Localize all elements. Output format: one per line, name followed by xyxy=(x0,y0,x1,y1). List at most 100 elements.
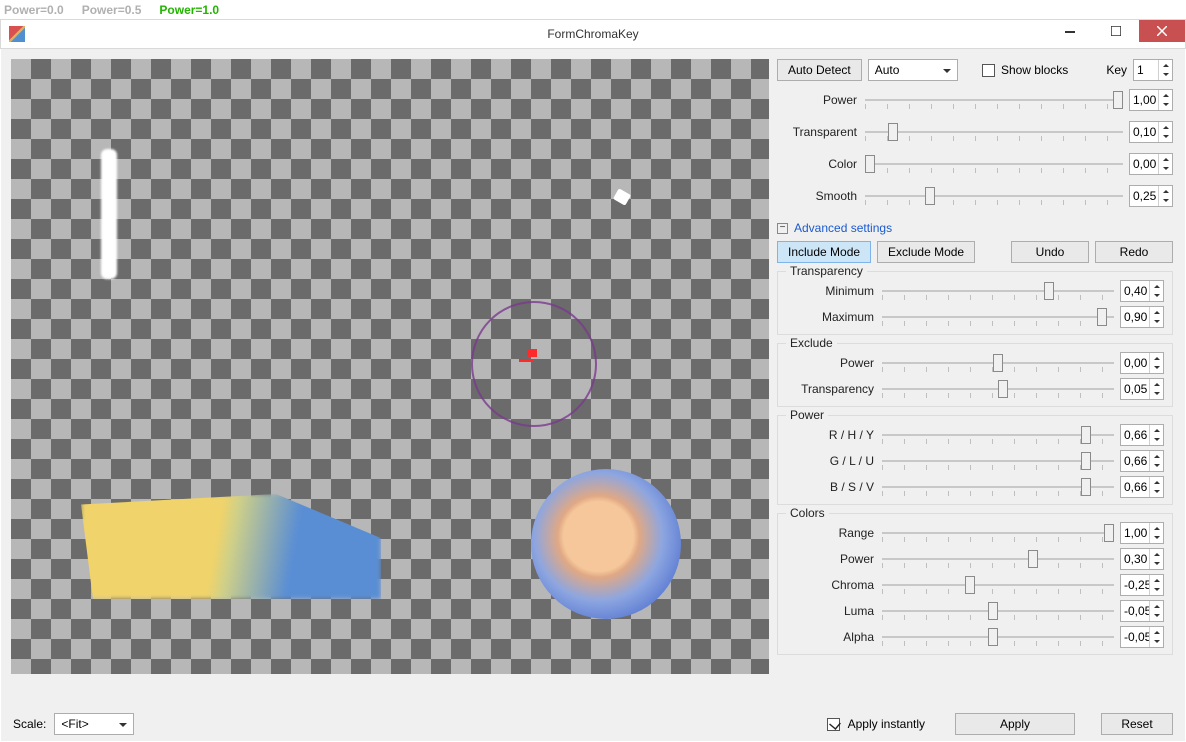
slider-track[interactable] xyxy=(882,522,1114,544)
undo-button[interactable]: Undo xyxy=(1011,241,1089,263)
slider-track[interactable] xyxy=(882,352,1114,374)
slider-track[interactable] xyxy=(865,153,1123,175)
slider-value-spin[interactable] xyxy=(1120,450,1164,472)
slider-thumb[interactable] xyxy=(988,602,998,620)
window-titlebar: FormChromaKey xyxy=(0,19,1186,49)
key-spin[interactable] xyxy=(1133,59,1173,81)
apply-instantly-label: Apply instantly xyxy=(848,717,925,731)
scale-label: Scale: xyxy=(13,717,46,731)
slider-value-spin[interactable] xyxy=(1120,378,1164,400)
slider-thumb[interactable] xyxy=(1044,282,1054,300)
slider-track[interactable] xyxy=(882,548,1114,570)
power-rhy-row: R / H / Y xyxy=(786,422,1164,448)
close-button[interactable] xyxy=(1139,20,1185,42)
color-slider-row: Color xyxy=(777,151,1173,177)
power-group: Power R / H / Y G / L / U B / S / V xyxy=(777,415,1173,505)
slider-thumb[interactable] xyxy=(1104,524,1114,542)
slider-track[interactable] xyxy=(865,121,1123,143)
colors-alpha-row: Alpha xyxy=(786,624,1164,650)
colors-range-row: Range xyxy=(786,520,1164,546)
slider-thumb[interactable] xyxy=(988,628,998,646)
slider-track[interactable] xyxy=(882,424,1114,446)
transparent-slider-row: Transparent xyxy=(777,119,1173,145)
slider-value-spin[interactable] xyxy=(1120,306,1164,328)
exclude-mode-button[interactable]: Exclude Mode xyxy=(877,241,975,263)
apply-button[interactable]: Apply xyxy=(955,713,1075,735)
show-blocks-checkbox[interactable] xyxy=(982,64,995,77)
slider-value-spin[interactable] xyxy=(1120,424,1164,446)
include-mode-button[interactable]: Include Mode xyxy=(777,241,871,263)
power-preset-05[interactable]: Power=0.5 xyxy=(82,3,142,17)
reset-button[interactable]: Reset xyxy=(1101,713,1173,735)
slider-thumb[interactable] xyxy=(965,576,975,594)
slider-thumb[interactable] xyxy=(998,380,1008,398)
slider-value-spin[interactable] xyxy=(1120,626,1164,648)
slider-label: Minimum xyxy=(786,284,882,298)
slider-track[interactable] xyxy=(882,476,1114,498)
scale-combo[interactable]: <Fit> xyxy=(54,713,134,735)
slider-thumb[interactable] xyxy=(993,354,1003,372)
transparency-min-row: Minimum xyxy=(786,278,1164,304)
slider-value-spin[interactable] xyxy=(1129,121,1173,143)
slider-value-spin[interactable] xyxy=(1129,89,1173,111)
slider-label: Power xyxy=(777,93,865,107)
slider-track[interactable] xyxy=(865,185,1123,207)
auto-detect-mode-combo[interactable]: Auto xyxy=(868,59,958,81)
show-blocks-label: Show blocks xyxy=(1001,63,1068,77)
apply-instantly-checkbox[interactable] xyxy=(827,718,840,731)
slider-track[interactable] xyxy=(865,89,1123,111)
transparency-group: Transparency Minimum Maximum xyxy=(777,271,1173,335)
slider-label: Smooth xyxy=(777,189,865,203)
slider-value-spin[interactable] xyxy=(1120,280,1164,302)
slider-thumb[interactable] xyxy=(1081,478,1091,496)
slider-value-spin[interactable] xyxy=(1129,185,1173,207)
slider-label: Power xyxy=(786,356,882,370)
slider-value-spin[interactable] xyxy=(1120,548,1164,570)
slider-track[interactable] xyxy=(882,450,1114,472)
slider-track[interactable] xyxy=(882,626,1114,648)
slider-thumb[interactable] xyxy=(865,155,875,173)
settings-panel: Auto Detect Auto Show blocks Key Power T… xyxy=(777,59,1175,707)
slider-value-spin[interactable] xyxy=(1120,574,1164,596)
slider-track[interactable] xyxy=(882,574,1114,596)
selection-center-marker xyxy=(527,349,537,357)
slider-label: Range xyxy=(786,526,882,540)
preview-area[interactable] xyxy=(11,59,769,707)
colors-luma-row: Luma xyxy=(786,598,1164,624)
slider-thumb[interactable] xyxy=(1113,91,1123,109)
slider-value-spin[interactable] xyxy=(1120,522,1164,544)
slider-value-spin[interactable] xyxy=(1120,352,1164,374)
slider-track[interactable] xyxy=(882,306,1114,328)
slider-label: Luma xyxy=(786,604,882,618)
slider-value-spin[interactable] xyxy=(1120,600,1164,622)
slider-thumb[interactable] xyxy=(1097,308,1107,326)
slider-label: Power xyxy=(786,552,882,566)
bottom-bar: Scale: <Fit> Apply instantly Apply Reset xyxy=(1,707,1185,741)
colors-power-row: Power xyxy=(786,546,1164,572)
exclude-power-row: Power xyxy=(786,350,1164,376)
slider-value-spin[interactable] xyxy=(1129,153,1173,175)
colors-group-title: Colors xyxy=(786,506,829,520)
power-bsv-row: B / S / V xyxy=(786,474,1164,500)
slider-label: B / S / V xyxy=(786,480,882,494)
power-preset-1[interactable]: Power=1.0 xyxy=(159,3,219,17)
slider-track[interactable] xyxy=(882,280,1114,302)
advanced-expander[interactable]: − xyxy=(777,223,788,234)
slider-thumb[interactable] xyxy=(888,123,898,141)
maximize-button[interactable] xyxy=(1093,20,1139,42)
power-preset-0[interactable]: Power=0.0 xyxy=(4,3,64,17)
advanced-settings-link[interactable]: Advanced settings xyxy=(794,221,892,235)
slider-thumb[interactable] xyxy=(925,187,935,205)
slider-track[interactable] xyxy=(882,378,1114,400)
slider-thumb[interactable] xyxy=(1081,426,1091,444)
slider-thumb[interactable] xyxy=(1028,550,1038,568)
auto-detect-button[interactable]: Auto Detect xyxy=(777,59,862,81)
minimize-button[interactable] xyxy=(1047,20,1093,42)
selection-circle xyxy=(471,301,597,427)
slider-value-spin[interactable] xyxy=(1120,476,1164,498)
colors-chroma-row: Chroma xyxy=(786,572,1164,598)
redo-button[interactable]: Redo xyxy=(1095,241,1173,263)
preview-shape-sphere xyxy=(531,469,681,619)
slider-thumb[interactable] xyxy=(1081,452,1091,470)
slider-track[interactable] xyxy=(882,600,1114,622)
